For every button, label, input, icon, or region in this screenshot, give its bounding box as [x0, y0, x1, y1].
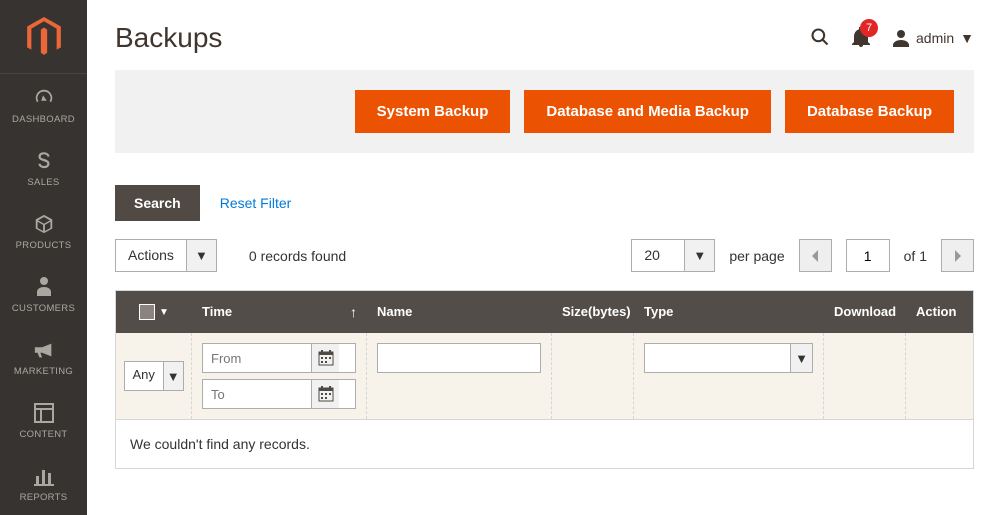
to-input[interactable] — [211, 387, 311, 402]
chevron-down-icon: ▼ — [960, 30, 974, 46]
action-bar: System Backup Database and Media Backup … — [115, 70, 974, 153]
nav-label: CUSTOMERS — [12, 303, 75, 314]
nav-label: REPORTS — [20, 492, 68, 503]
col-download: Download — [824, 291, 906, 333]
header-actions: 7 admin ▼ — [810, 27, 974, 50]
grid-header: ▼ Time ↑ Name Size(bytes) Type Download … — [116, 291, 973, 333]
per-page-label: per page — [729, 248, 784, 264]
per-page-value: 20 — [632, 240, 684, 271]
controls-left: Actions ▼ 0 records found — [115, 239, 346, 272]
col-size[interactable]: Size(bytes) — [552, 291, 634, 333]
megaphone-icon — [32, 338, 56, 362]
col-checkbox[interactable]: ▼ — [116, 291, 192, 333]
magento-logo[interactable] — [0, 0, 87, 74]
nav-sales[interactable]: SALES — [0, 137, 87, 200]
grid-filter-row: Any ▼ — [116, 333, 973, 420]
calendar-icon[interactable] — [311, 344, 339, 372]
page-header: Backups 7 admin ▼ — [115, 0, 974, 70]
chevron-down-icon: ▼ — [163, 362, 183, 390]
chevron-down-icon: ▼ — [159, 307, 169, 318]
sidebar: DASHBOARD SALES PRODUCTS CUSTOMERS MARKE… — [0, 0, 87, 515]
search-button[interactable]: Search — [115, 185, 200, 221]
actions-label: Actions — [116, 240, 186, 271]
chevron-right-icon — [953, 250, 963, 262]
col-time[interactable]: Time ↑ — [192, 291, 367, 333]
nav-reports[interactable]: REPORTS — [0, 452, 87, 515]
controls-right: 20 ▼ per page of 1 — [631, 239, 974, 272]
nav-label: SALES — [27, 177, 59, 188]
dashboard-icon — [32, 86, 56, 110]
col-name[interactable]: Name — [367, 291, 552, 333]
nav-content[interactable]: CONTENT — [0, 389, 87, 452]
filter-action — [906, 333, 973, 419]
nav-label: DASHBOARD — [12, 114, 75, 125]
nav-label: CONTENT — [19, 429, 67, 440]
nav-label: PRODUCTS — [16, 240, 72, 251]
user-label: admin — [916, 30, 954, 46]
filter-time-to[interactable] — [202, 379, 356, 409]
database-backup-button[interactable]: Database Backup — [785, 90, 954, 133]
nav-dashboard[interactable]: DASHBOARD — [0, 74, 87, 137]
nav-label: MARKETING — [14, 366, 73, 377]
from-input[interactable] — [211, 351, 311, 366]
person-icon — [32, 275, 56, 299]
col-type[interactable]: Type — [634, 291, 824, 333]
checkbox-icon — [139, 304, 155, 320]
notifications-button[interactable]: 7 — [852, 27, 870, 50]
calendar-icon[interactable] — [311, 380, 339, 408]
sort-asc-icon: ↑ — [350, 304, 357, 320]
mass-actions-select[interactable]: Actions ▼ — [115, 239, 217, 272]
filter-time-from[interactable] — [202, 343, 356, 373]
grid-empty-message: We couldn't find any records. — [116, 420, 973, 468]
cube-icon — [32, 212, 56, 236]
filter-download — [824, 333, 906, 419]
next-page-button[interactable] — [941, 239, 974, 272]
layout-icon — [32, 401, 56, 425]
reset-filter-link[interactable]: Reset Filter — [220, 195, 292, 211]
chevron-down-icon: ▼ — [684, 240, 714, 271]
filter-name — [367, 333, 552, 419]
page-input[interactable] — [846, 239, 890, 272]
filter-name-input[interactable] — [377, 343, 541, 373]
prev-page-button[interactable] — [799, 239, 832, 272]
col-time-label: Time — [202, 304, 232, 319]
filter-type: ▼ — [634, 333, 824, 419]
user-menu[interactable]: admin ▼ — [892, 29, 974, 47]
main-content: Backups 7 admin ▼ System Backup Database… — [87, 0, 1002, 515]
filter-size — [552, 333, 634, 419]
per-page-select[interactable]: 20 ▼ — [631, 239, 715, 272]
backups-grid: ▼ Time ↑ Name Size(bytes) Type Download … — [115, 290, 974, 469]
filter-type-select[interactable]: ▼ — [644, 343, 813, 373]
pager: of 1 — [799, 239, 974, 272]
search-button[interactable] — [810, 27, 830, 50]
system-backup-button[interactable]: System Backup — [355, 90, 511, 133]
grid-toolbar: Search Reset Filter — [115, 185, 974, 221]
filter-any-select[interactable]: Any ▼ — [124, 361, 184, 391]
page-title: Backups — [115, 22, 222, 54]
search-icon — [810, 27, 830, 47]
nav-products[interactable]: PRODUCTS — [0, 200, 87, 263]
grid-controls: Actions ▼ 0 records found 20 ▼ per page … — [115, 239, 974, 272]
filter-check: Any ▼ — [116, 333, 192, 419]
chevron-left-icon — [810, 250, 820, 262]
chevron-down-icon: ▼ — [186, 240, 216, 271]
records-count: 0 records found — [249, 248, 346, 264]
of-label: of 1 — [904, 248, 927, 264]
nav-customers[interactable]: CUSTOMERS — [0, 263, 87, 326]
bar-chart-icon — [32, 464, 56, 488]
database-media-backup-button[interactable]: Database and Media Backup — [524, 90, 771, 133]
user-icon — [892, 29, 910, 47]
nav-marketing[interactable]: MARKETING — [0, 326, 87, 389]
chevron-down-icon: ▼ — [790, 344, 812, 372]
magento-logo-icon — [27, 17, 61, 57]
dollar-icon — [32, 149, 56, 173]
col-action: Action — [906, 291, 973, 333]
notification-badge: 7 — [860, 19, 878, 37]
filter-time — [192, 333, 367, 419]
